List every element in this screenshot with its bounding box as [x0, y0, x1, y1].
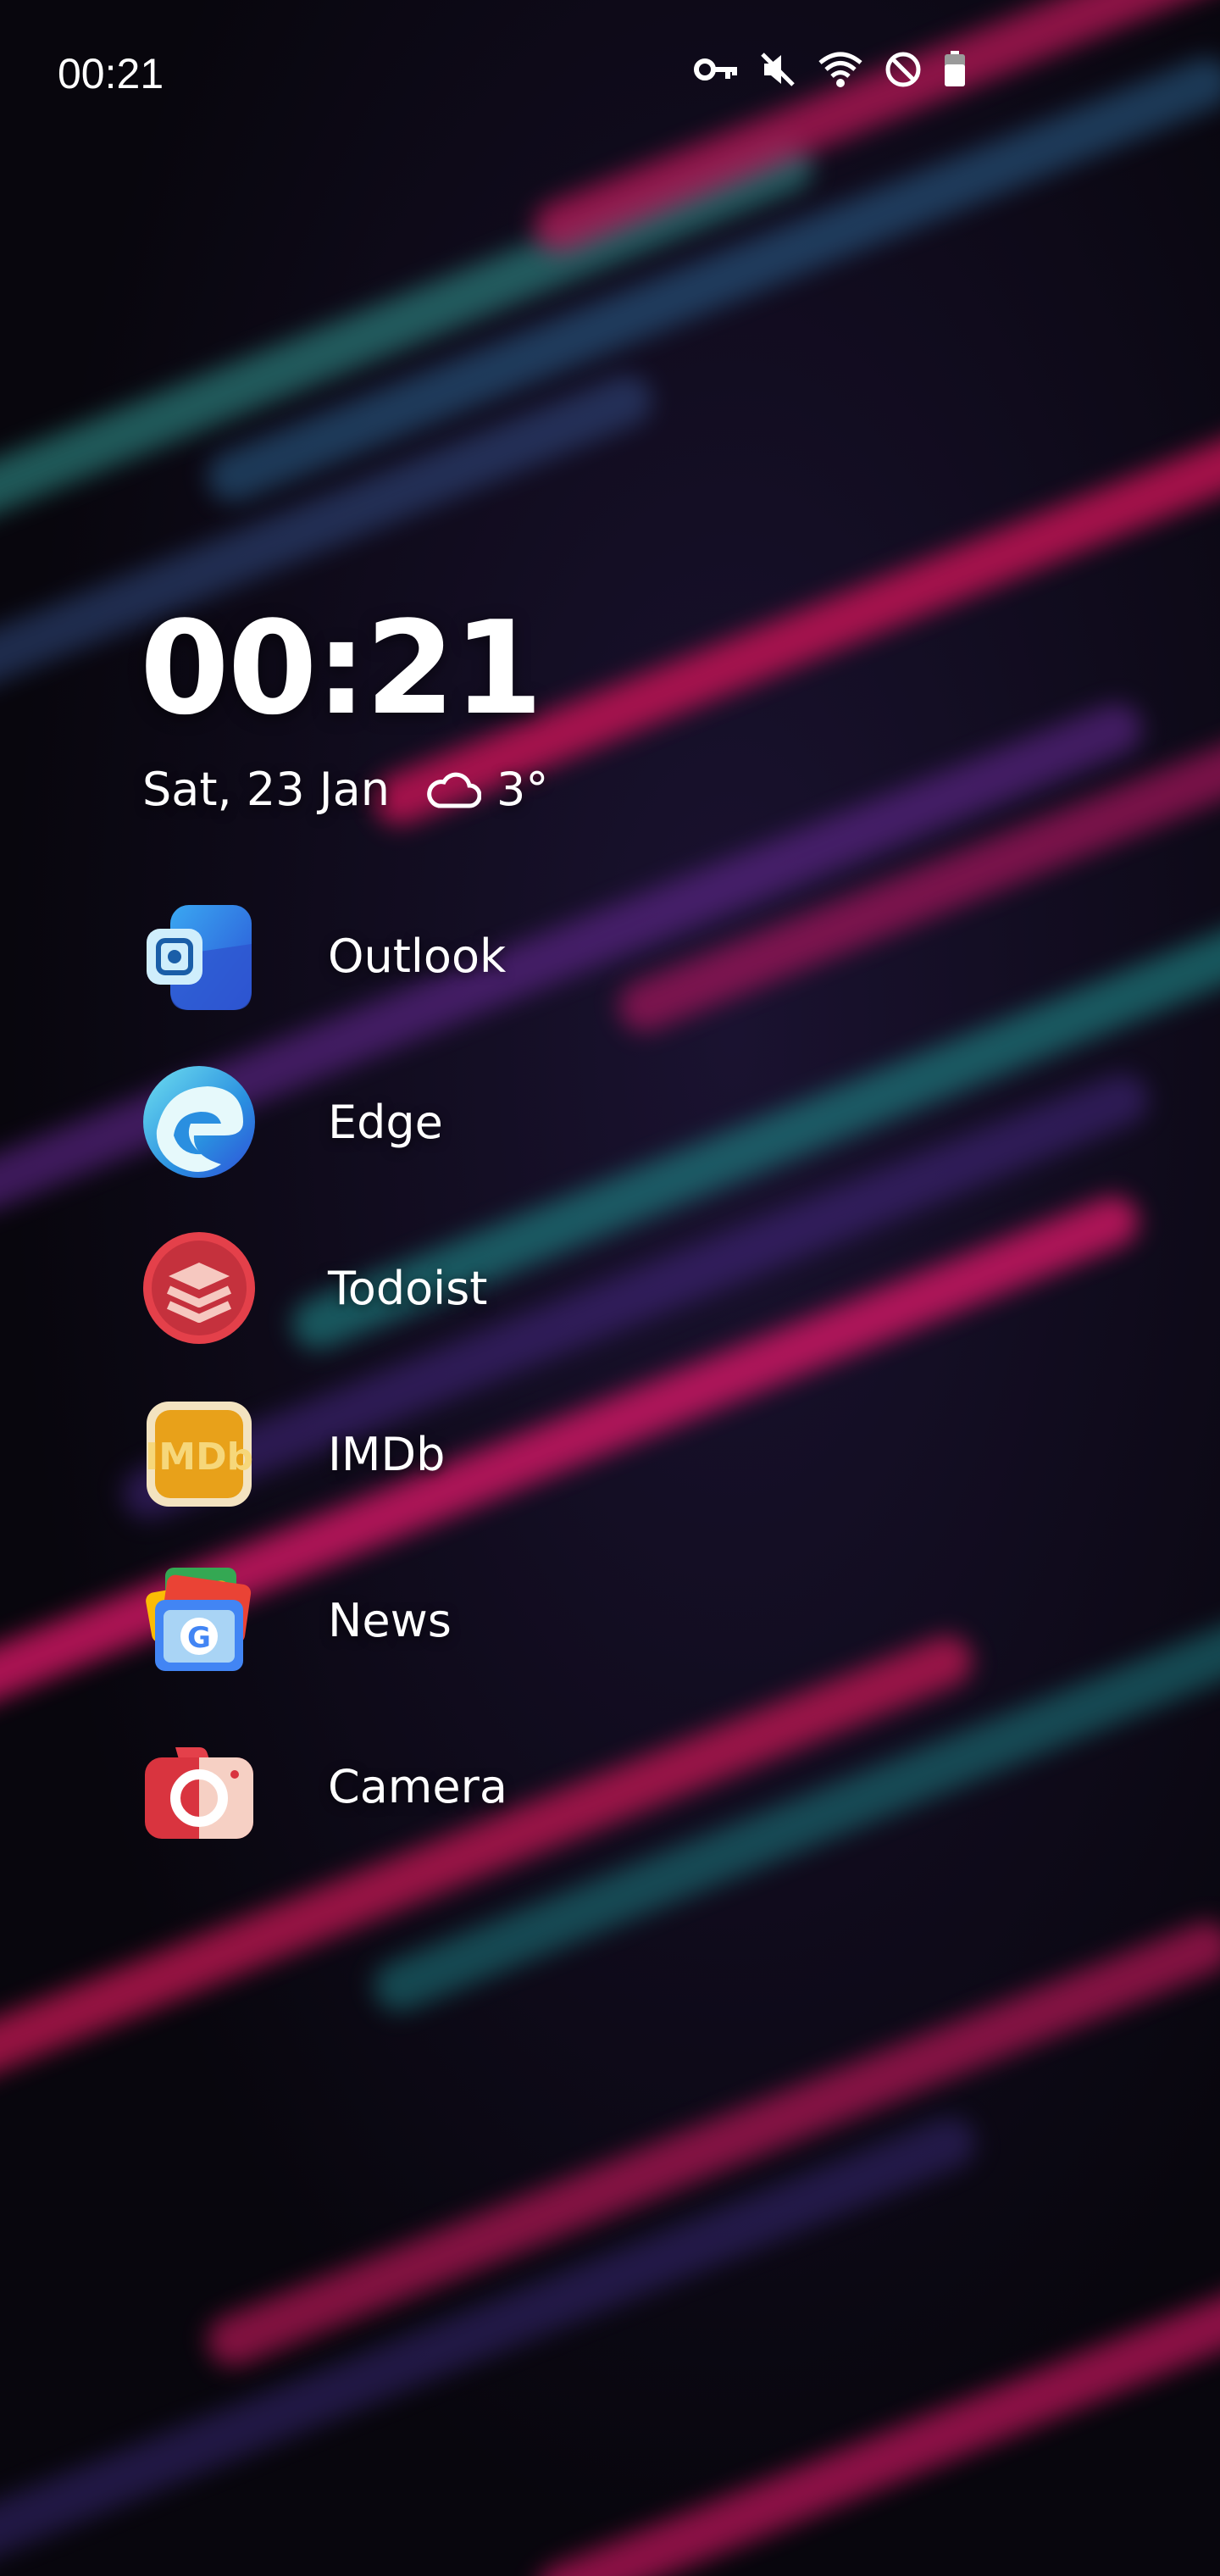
imdb-icon: IMDb [145, 1402, 253, 1507]
status-bar: 00:21 [0, 0, 1220, 153]
news-icon: G [146, 1568, 252, 1671]
todoist-icon [143, 1232, 255, 1344]
mute-icon [761, 53, 795, 86]
app-edge[interactable]: Edge [140, 1039, 902, 1205]
cloud-icon [427, 772, 481, 808]
do-not-disturb-icon [885, 52, 921, 87]
outlook-icon [147, 905, 252, 1010]
app-outlook[interactable]: Outlook [140, 873, 902, 1039]
vpn-key-icon [694, 58, 737, 80]
app-label-outlook: Outlook [328, 929, 507, 983]
wifi-icon [818, 52, 862, 87]
app-label-news: News [328, 1593, 452, 1647]
imdb-icon-text: IMDb [145, 1435, 253, 1479]
home-date: Sat, 23 Jan [142, 763, 390, 816]
status-time: 00:21 [58, 50, 164, 97]
home-temperature: 3° [496, 763, 549, 816]
app-news[interactable]: G News [140, 1537, 902, 1703]
app-list: Outlook Edge Todoist IMDb IMDb G News Ca… [140, 873, 902, 1869]
app-label-edge: Edge [328, 1095, 443, 1149]
home-clock[interactable]: 00:21 [140, 593, 543, 743]
date-weather-row[interactable]: Sat, 23 Jan 3° [142, 763, 548, 816]
app-camera[interactable]: Camera [140, 1703, 902, 1869]
app-imdb[interactable]: IMDb IMDb [140, 1371, 902, 1537]
battery-icon [945, 51, 965, 86]
app-label-camera: Camera [328, 1759, 507, 1813]
news-icon-text: G [187, 1621, 211, 1655]
app-label-imdb: IMDb [328, 1427, 446, 1481]
camera-icon [145, 1747, 253, 1839]
app-todoist[interactable]: Todoist [140, 1205, 902, 1371]
edge-icon [143, 1066, 255, 1178]
status-icons [693, 51, 966, 88]
app-label-todoist: Todoist [328, 1261, 488, 1315]
